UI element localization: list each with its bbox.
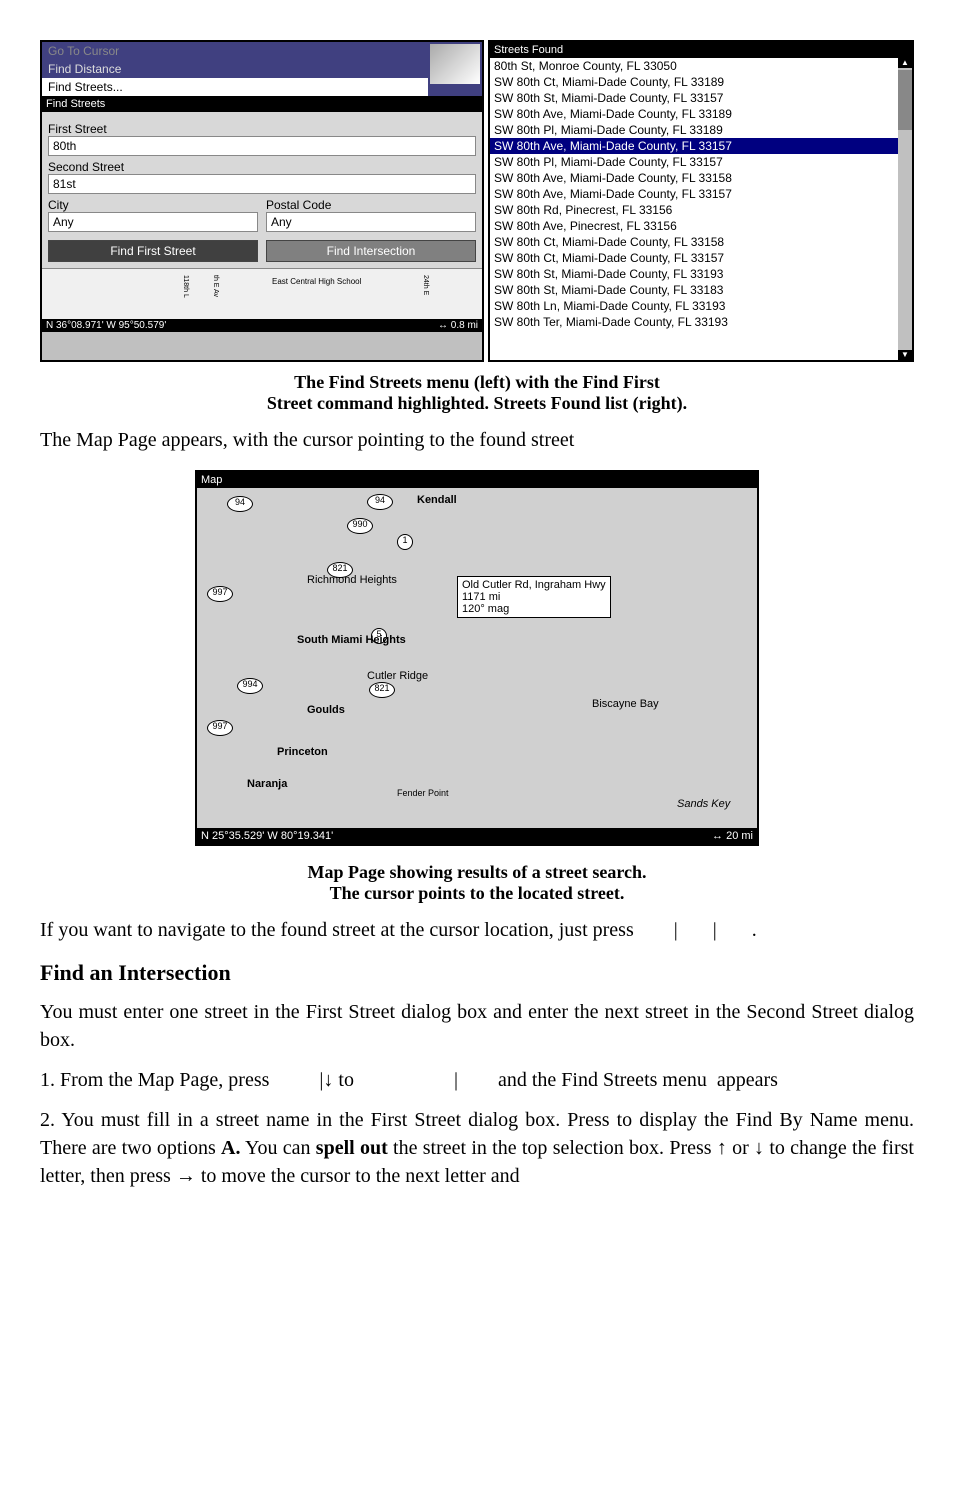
street-item[interactable]: SW 80th Ave, Miami-Dade County, FL 33189 (490, 106, 898, 122)
mini-map-school: East Central High School (272, 277, 361, 286)
info-dist: 1171 mi (462, 591, 606, 603)
street-item[interactable]: SW 80th Rd, Pinecrest, FL 33156 (490, 202, 898, 218)
street-item[interactable]: SW 80th Ave, Pinecrest, FL 33156 (490, 218, 898, 234)
menu-go-to-cursor[interactable]: Go To Cursor (42, 42, 428, 60)
street-item[interactable]: SW 80th Pl, Miami-Dade County, FL 33189 (490, 122, 898, 138)
scroll-down-icon[interactable]: ▼ (898, 350, 912, 360)
city-south-miami: South Miami Heights (297, 634, 406, 646)
find-first-street-button[interactable]: Find First Street (48, 240, 258, 262)
info-road: Old Cutler Rd, Ingraham Hwy (462, 579, 606, 591)
city-input[interactable]: Any (48, 212, 258, 232)
second-street-input[interactable]: 81st (48, 174, 476, 194)
menu-bar: Go To Cursor Find Distance Find Streets.… (42, 42, 482, 96)
map-title: Map (197, 472, 757, 488)
street-item[interactable]: SW 80th Ave, Miami-Dade County, FL 33158 (490, 170, 898, 186)
route-994: 994 (237, 678, 263, 694)
route-997: 997 (207, 586, 233, 602)
street-item[interactable]: SW 80th Ct, Miami-Dade County, FL 33158 (490, 234, 898, 250)
find-intersection-heading: Find an Intersection (40, 960, 914, 986)
city-label: City (48, 198, 258, 212)
find-streets-form: First Street 80th Second Street 81st Cit… (42, 112, 482, 268)
first-street-label: First Street (48, 122, 476, 136)
postal-code-input[interactable]: Any (266, 212, 476, 232)
street-item[interactable]: SW 80th Ct, Miami-Dade County, FL 33157 (490, 250, 898, 266)
map-status-bar: N 25°35.529' W 80°19.341' ↔ 20 mi (197, 828, 757, 844)
body-text-4: 1. From the Map Page, press |↓ to | and … (40, 1066, 914, 1094)
find-streets-header: Find Streets (42, 96, 482, 112)
menu-find-distance[interactable]: Find Distance (42, 60, 428, 78)
city-fender: Fender Point (397, 788, 449, 798)
route-1: 1 (397, 534, 413, 550)
route-94a: 94 (227, 496, 253, 512)
route-990: 990 (347, 518, 373, 534)
compass-icon (430, 44, 480, 84)
street-item[interactable]: SW 80th Pl, Miami-Dade County, FL 33157 (490, 154, 898, 170)
city-princeton: Princeton (277, 746, 328, 758)
city-goulds: Goulds (307, 704, 345, 716)
street-item[interactable]: SW 80th St, Miami-Dade County, FL 33157 (490, 90, 898, 106)
body-text-3: You must enter one street in the First S… (40, 998, 914, 1054)
city-naranja: Naranja (247, 778, 287, 790)
map-distance: ↔ 20 mi (712, 830, 753, 842)
left-coords: N 36°08.971' W 95°50.579' (46, 320, 166, 331)
street-item[interactable]: 80th St, Monroe County, FL 33050 (490, 58, 898, 74)
route-821b: 821 (369, 682, 395, 698)
first-street-input[interactable]: 80th (48, 136, 476, 156)
find-streets-panel: Go To Cursor Find Distance Find Streets.… (40, 40, 484, 362)
route-997b: 997 (207, 720, 233, 736)
streets-found-list[interactable]: 80th St, Monroe County, FL 33050SW 80th … (490, 58, 898, 360)
info-bearing: 120° mag (462, 603, 606, 615)
map-page-screenshot: Map 94 94 Kendall 990 821 Richmond Heigh… (195, 470, 759, 846)
mini-map-road-2: th E Av (212, 275, 219, 297)
street-item[interactable]: SW 80th St, Miami-Dade County, FL 33193 (490, 266, 898, 282)
map-canvas[interactable]: 94 94 Kendall 990 821 Richmond Heights 9… (197, 488, 757, 828)
postal-code-label: Postal Code (266, 198, 476, 212)
mini-map-road-3: 24th E (422, 275, 429, 295)
city-sands-key: Sands Key (677, 798, 730, 810)
street-item[interactable]: SW 80th Ct, Miami-Dade County, FL 33189 (490, 74, 898, 90)
city-biscayne: Biscayne Bay (592, 698, 659, 710)
route-94b: 94 (367, 494, 393, 510)
scroll-thumb[interactable] (898, 70, 912, 130)
body-text-1: The Map Page appears, with the cursor po… (40, 426, 914, 454)
scroll-up-icon[interactable]: ▲ (898, 58, 912, 68)
caption-2: Map Page showing results of a street sea… (40, 862, 914, 904)
map-info-box: Old Cutler Rd, Ingraham Hwy 1171 mi 120°… (457, 576, 611, 618)
scrollbar[interactable]: ▲ ▼ (898, 58, 912, 360)
left-status-bar: N 36°08.971' W 95°50.579' ↔ 0.8 mi (42, 319, 482, 332)
body-text-5: 2. You must fill in a street name in the… (40, 1106, 914, 1190)
find-streets-screenshots: Go To Cursor Find Distance Find Streets.… (40, 40, 914, 362)
city-kendall: Kendall (417, 494, 457, 506)
find-intersection-button[interactable]: Find Intersection (266, 240, 476, 262)
city-cutler-ridge: Cutler Ridge (367, 670, 428, 682)
street-item[interactable]: SW 80th Ave, Miami-Dade County, FL 33157 (490, 186, 898, 202)
left-distance: ↔ 0.8 mi (438, 320, 478, 331)
body-text-2: If you want to navigate to the found str… (40, 916, 914, 944)
street-item[interactable]: SW 80th Ln, Miami-Dade County, FL 33193 (490, 298, 898, 314)
caption-1: The Find Streets menu (left) with the Fi… (40, 372, 914, 414)
streets-found-panel: Streets Found 80th St, Monroe County, FL… (488, 40, 914, 362)
map-coords: N 25°35.529' W 80°19.341' (201, 830, 333, 842)
second-street-label: Second Street (48, 160, 476, 174)
street-item[interactable]: SW 80th Ave, Miami-Dade County, FL 33157 (490, 138, 898, 154)
street-item[interactable]: SW 80th Ter, Miami-Dade County, FL 33193 (490, 314, 898, 330)
streets-found-header: Streets Found (490, 42, 912, 58)
mini-map: 118th L th E Av East Central High School… (42, 268, 482, 319)
mini-map-road-1: 118th L (182, 275, 189, 298)
street-item[interactable]: SW 80th St, Miami-Dade County, FL 33183 (490, 282, 898, 298)
city-richmond: Richmond Heights (307, 574, 397, 586)
menu-find-streets[interactable]: Find Streets... (42, 78, 428, 96)
